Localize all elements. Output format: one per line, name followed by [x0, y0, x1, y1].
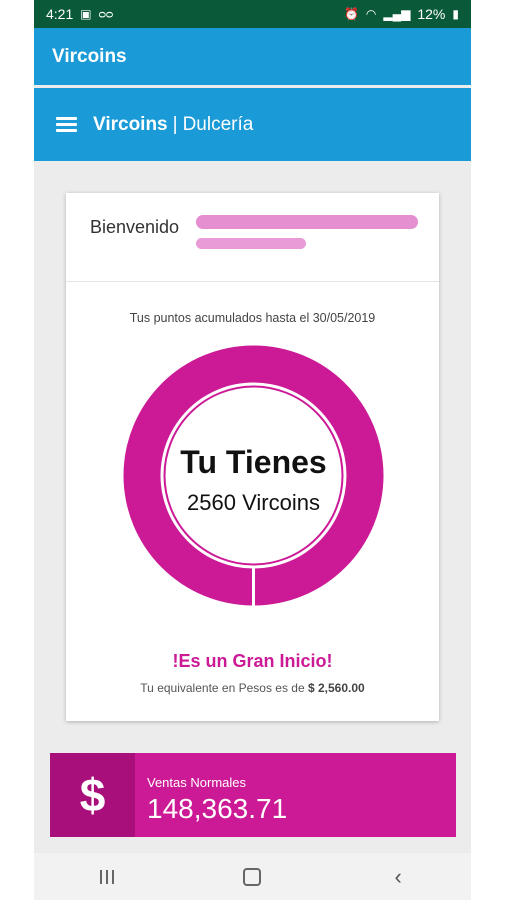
headline: !Es un Gran Inicio!: [172, 651, 333, 671]
home-button[interactable]: [232, 857, 272, 897]
dollar-icon: $: [50, 753, 135, 837]
phone-screen: 4:21 ▣ ᴑᴑ ⏰ ◠ ▂▄▆ 12% ▮ Vircoins Vircoin…: [34, 0, 471, 900]
status-bar: 4:21 ▣ ᴑᴑ ⏰ ◠ ▂▄▆ 12% ▮: [34, 0, 471, 28]
section-brand: Vircoins: [93, 113, 168, 135]
back-icon: ‹: [394, 863, 402, 889]
ring-title: Tu Tienes: [180, 444, 326, 480]
sales-tile[interactable]: $ Ventas Normales 148,363.71: [50, 753, 456, 837]
equivalent-text: Tu equivalente en Pesos es de: [140, 681, 305, 695]
section-name: Dulcería: [182, 113, 254, 135]
equivalent-line: Tu equivalente en Pesos es de $ 2,560.00: [66, 681, 439, 695]
status-time: 4:21: [46, 6, 74, 22]
recent-apps-icon: [99, 869, 114, 884]
battery-percent: 12%: [417, 6, 446, 22]
sales-value: 148,363.71: [147, 793, 288, 824]
home-icon: [243, 867, 262, 886]
section-bar: Vircoins | Dulcería: [34, 88, 471, 161]
back-button[interactable]: ‹: [378, 857, 418, 897]
card-divider: [66, 281, 439, 282]
voicemail-icon: ᴑᴑ: [98, 7, 114, 21]
points-date-label: Tus puntos acumulados hasta el 30/05/201…: [129, 311, 376, 325]
battery-icon: ▮: [452, 7, 459, 21]
signal-icon: ▂▄▆: [383, 7, 411, 21]
alarm-icon: ⏰: [343, 7, 359, 21]
points-card: Bienvenido Tus puntos acumulados hasta e…: [66, 193, 439, 721]
redacted-username: [196, 215, 418, 229]
system-nav-bar: ‹: [34, 853, 471, 900]
donut-segment-gap: [252, 567, 255, 606]
menu-icon[interactable]: [56, 116, 77, 133]
redacted-username-line2: [196, 238, 306, 249]
points-donut: Tu Tienes 2560 Vircoins: [123, 345, 384, 606]
equivalent-amount: $ 2,560.00: [307, 681, 365, 695]
app-title: Vircoins: [52, 45, 127, 67]
image-icon: ▣: [80, 7, 92, 21]
wifi-icon: ◠: [365, 7, 377, 21]
ring-value: 2560 Vircoins: [187, 490, 320, 515]
recent-apps-button[interactable]: [87, 857, 127, 897]
section-separator: |: [172, 113, 178, 135]
sales-label: Ventas Normales: [147, 775, 246, 790]
app-bar: Vircoins: [34, 28, 471, 85]
welcome-text: Bienvenido: [90, 217, 180, 237]
